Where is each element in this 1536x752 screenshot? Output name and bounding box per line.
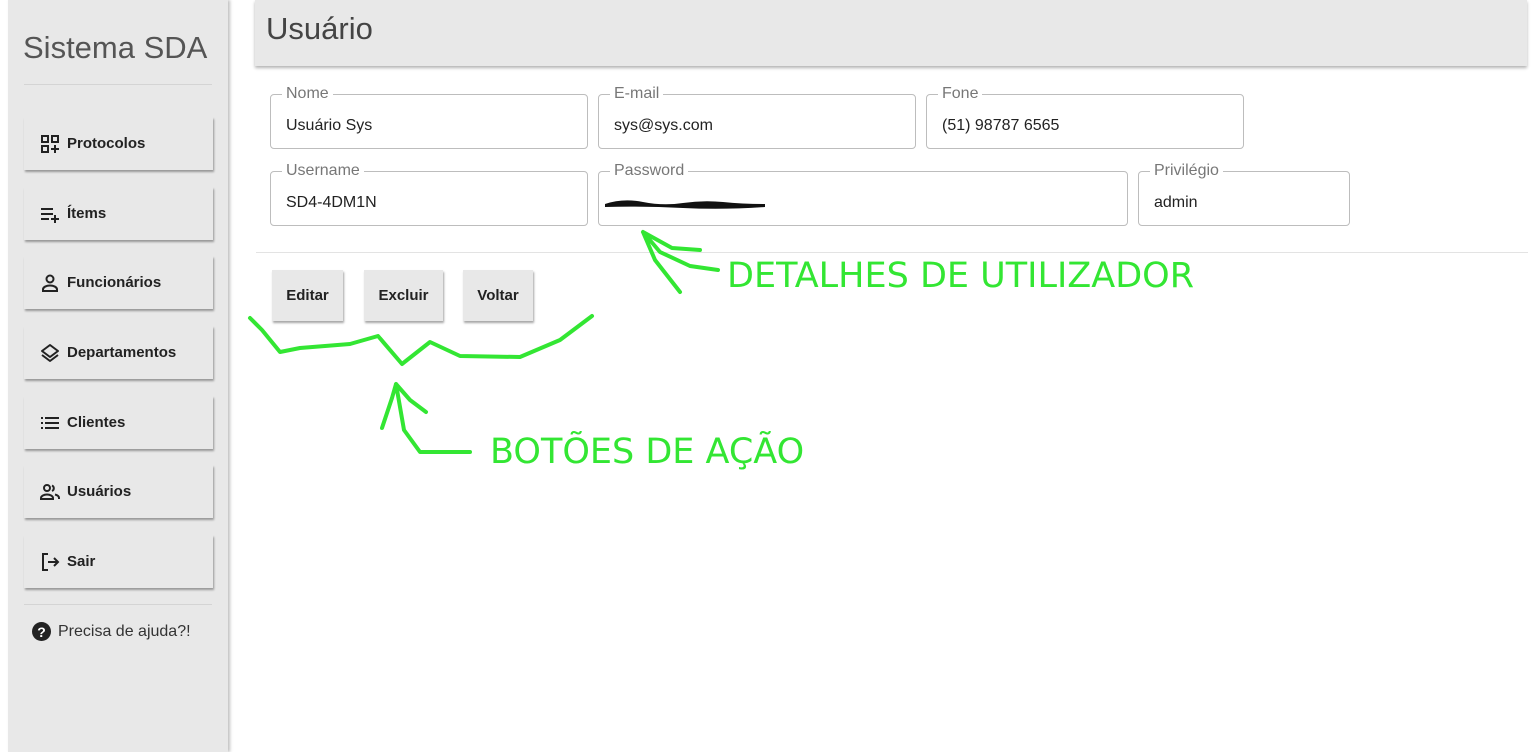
- annotation-arrow-buttons: [380, 382, 472, 454]
- password-label: Password: [610, 161, 689, 181]
- sidebar-divider: [24, 84, 212, 85]
- sidebar-item-label: Departamentos: [67, 344, 177, 361]
- person-icon: [40, 273, 60, 293]
- redaction-scribble: [605, 200, 765, 209]
- help-link[interactable]: ? Precisa de ajuda?!: [32, 622, 191, 641]
- delete-button[interactable]: Excluir: [364, 270, 443, 321]
- username-field[interactable]: Username: [270, 161, 588, 226]
- sidebar-item-clientes[interactable]: Clientes: [24, 396, 213, 449]
- sidebar-item-funcionarios[interactable]: Funcionários: [24, 256, 213, 309]
- username-input[interactable]: [286, 194, 555, 212]
- protocols-grid-icon: [40, 134, 60, 154]
- list-icon: [40, 413, 60, 433]
- edit-button[interactable]: Editar: [272, 270, 343, 321]
- sidebar-item-label: Ítems: [67, 205, 107, 222]
- nome-field[interactable]: Nome: [270, 84, 588, 149]
- sidebar-item-departamentos[interactable]: Departamentos: [24, 326, 213, 379]
- help-circle-icon: ?: [32, 622, 51, 641]
- sidebar-item-label: Funcionários: [67, 274, 162, 291]
- people-icon: [40, 482, 60, 502]
- fone-field[interactable]: Fone: [926, 84, 1244, 149]
- back-button[interactable]: Voltar: [463, 270, 533, 321]
- sidebar-divider: [24, 604, 212, 605]
- username-label: Username: [282, 161, 364, 181]
- app-title: Sistema SDA: [23, 30, 208, 65]
- page-title: Usuário: [266, 11, 373, 46]
- help-label: Precisa de ajuda?!: [58, 622, 191, 640]
- annotation-user-details: DETALHES DE UTILIZADOR: [727, 256, 1195, 296]
- annotation-arrow-details: [641, 230, 720, 294]
- email-label: E-mail: [610, 84, 664, 104]
- sidebar-item-label: Sair: [67, 553, 96, 570]
- sidebar: Sistema SDA Protocolos Ítems Funcionário…: [8, 0, 228, 752]
- page-header: Usuário: [255, 0, 1527, 66]
- annotation-action-buttons: BOTÕES DE AÇÃO: [490, 432, 805, 472]
- sidebar-item-items[interactable]: Ítems: [24, 187, 213, 240]
- sidebar-item-label: Usuários: [67, 483, 132, 500]
- logout-icon: [40, 552, 60, 572]
- privilegio-input[interactable]: [1154, 194, 1333, 212]
- sidebar-item-label: Protocolos: [67, 135, 146, 152]
- password-field[interactable]: Password: [598, 161, 1128, 226]
- sidebar-item-sair[interactable]: Sair: [24, 535, 213, 588]
- sidebar-item-protocolos[interactable]: Protocolos: [24, 117, 213, 170]
- section-divider: [256, 252, 1528, 253]
- layers-icon: [40, 343, 60, 363]
- annotation-brace-buttons: [248, 314, 594, 366]
- list-add-icon: [40, 204, 60, 224]
- nome-input[interactable]: [286, 117, 555, 135]
- email-field[interactable]: E-mail: [598, 84, 916, 149]
- nome-label: Nome: [282, 84, 333, 104]
- privilegio-label: Privilégio: [1150, 161, 1223, 181]
- privilegio-field[interactable]: Privilégio: [1138, 161, 1350, 226]
- email-input[interactable]: [614, 117, 883, 135]
- fone-input[interactable]: [942, 117, 1211, 135]
- sidebar-item-label: Clientes: [67, 414, 126, 431]
- sidebar-item-usuarios[interactable]: Usuários: [24, 465, 213, 518]
- fone-label: Fone: [938, 84, 983, 104]
